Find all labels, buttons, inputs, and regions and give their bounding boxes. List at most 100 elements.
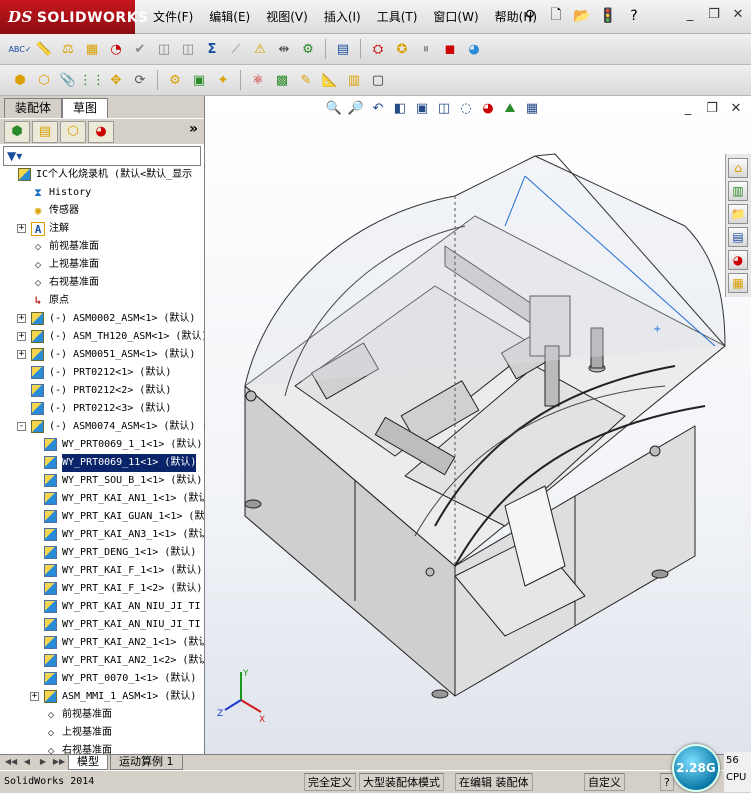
view-palette-icon[interactable]: ▤ [728, 227, 748, 247]
expand-icon[interactable]: + [17, 332, 26, 341]
measure-icon[interactable]: 📏 [34, 39, 54, 59]
bom-icon[interactable]: ▥ [344, 70, 364, 90]
tree-item[interactable]: WY_PRT_DENG_1<1> (默认) [0, 544, 204, 562]
last-tab-icon[interactable]: ▶▶ [52, 755, 66, 769]
collapse-panel-icon[interactable]: » [189, 121, 198, 137]
tree-item[interactable]: WY_PRT0069_1_1<1> (默认) [0, 436, 204, 454]
pause-icon[interactable]: ⏸ [416, 39, 436, 59]
tree-item[interactable]: WY_PRT_KAI_AN2_1<2> (默认 [0, 652, 204, 670]
mass-properties-icon[interactable]: ⚖ [58, 39, 78, 59]
graphics-area[interactable]: 🔍 🔎 ↶ ◧ ▣ ◫ ◌ ◕ ⛰ ▦ _ ❐ ✕ + ⌂ ▥ 📁 ▤ ◕ ▦ … [205, 96, 751, 754]
assembly-features-icon[interactable]: ▩ [272, 70, 292, 90]
property-manager-icon[interactable]: ▤ [32, 120, 58, 143]
section-properties-icon[interactable]: ▦ [82, 39, 102, 59]
insert-component-icon[interactable]: ⬢ [10, 70, 30, 90]
tree-item[interactable]: WY_PRT_KAI_AN_NIU_JI_TI [0, 616, 204, 634]
snapshot-icon[interactable]: ▢ [368, 70, 388, 90]
tree-item[interactable]: WY_PRT_SOU_B_1<1> (默认) [0, 472, 204, 490]
file-explorer-icon[interactable]: 📁 [728, 204, 748, 224]
tree-item[interactable]: WY_PRT0069_11<1> (默认) [0, 454, 204, 472]
tree-filter-field[interactable]: ▼▾ [3, 146, 201, 166]
mate-reference-icon[interactable]: ⛭ [368, 39, 388, 59]
tree-item[interactable]: ◇ 上视基准面 [0, 724, 204, 742]
tree-item[interactable]: + (-) ASM0002_ASM<1> (默认) [0, 310, 204, 328]
tree-item[interactable]: ◇ 上视基准面 [0, 256, 204, 274]
move-component-icon[interactable]: ✥ [106, 70, 126, 90]
import-diagnostics-icon[interactable]: ◫ [178, 39, 198, 59]
tree-item[interactable]: WY_PRT_KAI_AN3_1<1> (默认 [0, 526, 204, 544]
tree-item[interactable]: IC个人化烧录机 (默认<默认_显示 [0, 166, 204, 184]
tree-item[interactable]: ◇ 右视基准面 [0, 274, 204, 292]
close-icon[interactable]: ✕ [729, 6, 747, 24]
tree-item[interactable]: ◉ 传感器 [0, 202, 204, 220]
instant3d-icon[interactable]: ⚛ [248, 70, 268, 90]
linear-pattern-icon[interactable]: ⋮⋮ [79, 70, 105, 90]
new-document-icon[interactable]: 🗋 [546, 6, 566, 26]
tree-item[interactable]: WY_PRT_0070_1<1> (默认) [0, 670, 204, 688]
design-library-icon[interactable]: ▥ [728, 181, 748, 201]
explode-icon[interactable]: ▣ [189, 70, 209, 90]
status-units[interactable]: 自定义 [584, 773, 625, 791]
tree-item[interactable]: (-) PRT0212<2> (默认) [0, 382, 204, 400]
tree-item[interactable]: WY_PRT_KAI_F_1<2> (默认) [0, 580, 204, 598]
tree-item[interactable]: (-) PRT0212<1> (默认) [0, 364, 204, 382]
appearance-icon[interactable]: ◕ [464, 39, 484, 59]
smart-mates-icon[interactable]: ⚙ [165, 70, 185, 90]
help-icon[interactable]: ? [624, 6, 644, 26]
menu-file[interactable]: 文件(F) [145, 0, 201, 34]
first-tab-icon[interactable]: ◀◀ [4, 755, 18, 769]
tree-item[interactable]: WY_PRT_KAI_GUAN_1<1> (默 [0, 508, 204, 526]
tab-assembly[interactable]: 装配体 [4, 98, 63, 118]
tree-item[interactable]: + (-) ASM0051_ASM<1> (默认) [0, 346, 204, 364]
tree-item[interactable]: + ASM_MMI_1_ASM<1> (默认) [0, 688, 204, 706]
configuration-manager-icon[interactable]: ⬡ [60, 120, 86, 143]
menu-edit[interactable]: 编辑(E) [201, 0, 258, 34]
smart-fasteners-icon[interactable]: ✪ [392, 39, 412, 59]
tree-item[interactable]: ↳ 原点 [0, 292, 204, 310]
status-help-icon[interactable]: ? [660, 773, 674, 791]
custom-properties-icon[interactable]: ▦ [728, 273, 748, 293]
open-folder-icon[interactable]: 📂 [572, 6, 592, 26]
expand-icon[interactable]: + [17, 314, 26, 323]
pin-icon[interactable]: ⚲ [520, 6, 540, 26]
new-part-icon[interactable]: ⬡ [34, 70, 54, 90]
collapse-icon[interactable]: - [17, 422, 26, 431]
tree-item[interactable]: WY_PRT_KAI_AN1_1<1> (默认 [0, 490, 204, 508]
menu-tools[interactable]: 工具(T) [369, 0, 426, 34]
tree-item[interactable]: ◇ 前视基准面 [0, 238, 204, 256]
interference-detection-icon[interactable]: ⚙ [298, 39, 318, 59]
menu-view[interactable]: 视图(V) [258, 0, 316, 34]
tab-sketch[interactable]: 草图 [62, 98, 109, 118]
feature-manager-icon[interactable]: ⬢ [4, 120, 30, 143]
rebuild-traffic-light-icon[interactable]: 🚦 [598, 6, 618, 26]
tree-item[interactable]: WY_PRT_KAI_AN_NIU_JI_TI [0, 598, 204, 616]
tree-item[interactable]: ◇ 前视基准面 [0, 706, 204, 724]
tree-item[interactable]: ◇ 右视基准面 [0, 742, 204, 754]
appearances-scenes-icon[interactable]: ◕ [728, 250, 748, 270]
table-icon[interactable]: ▤ [333, 39, 353, 59]
solidworks-resources-icon[interactable]: ⌂ [728, 158, 748, 178]
rotate-component-icon[interactable]: ⟳ [130, 70, 150, 90]
prev-tab-icon[interactable]: ◀ [20, 755, 34, 769]
tab-model[interactable]: 模型 [68, 755, 108, 770]
funnel-icon[interactable]: ▼▾ [7, 149, 22, 163]
expand-icon[interactable]: + [17, 224, 26, 233]
tree-item[interactable]: + (-) ASM_TH120_ASM<1> (默认) [0, 328, 204, 346]
tree-item[interactable]: ⧗ History [0, 184, 204, 202]
next-tab-icon[interactable]: ▶ [36, 755, 50, 769]
tree-item[interactable]: + A 注解 [0, 220, 204, 238]
assembly-model[interactable]: + [205, 96, 751, 754]
show-hidden-icon[interactable]: ✎ [296, 70, 316, 90]
display-manager-icon[interactable]: ◕ [88, 120, 114, 143]
equations-icon[interactable]: Σ [202, 39, 222, 59]
geometry-analysis-icon[interactable]: ◫ [154, 39, 174, 59]
solidworks-logo[interactable]: DS SOLIDWORKS [0, 0, 148, 34]
check-icon[interactable]: ✔ [130, 39, 150, 59]
tree-item[interactable]: WY_PRT_KAI_F_1<1> (默认) [0, 562, 204, 580]
tree-item[interactable]: - (-) ASM0074_ASM<1> (默认) [0, 418, 204, 436]
performance-evaluation-icon[interactable]: ◔ [106, 39, 126, 59]
color-cube-icon[interactable]: ◼ [440, 39, 460, 59]
mate-icon[interactable]: 📎 [58, 70, 78, 90]
tab-motion-study[interactable]: 运动算例 1 [110, 755, 183, 770]
expand-icon[interactable]: + [17, 350, 26, 359]
